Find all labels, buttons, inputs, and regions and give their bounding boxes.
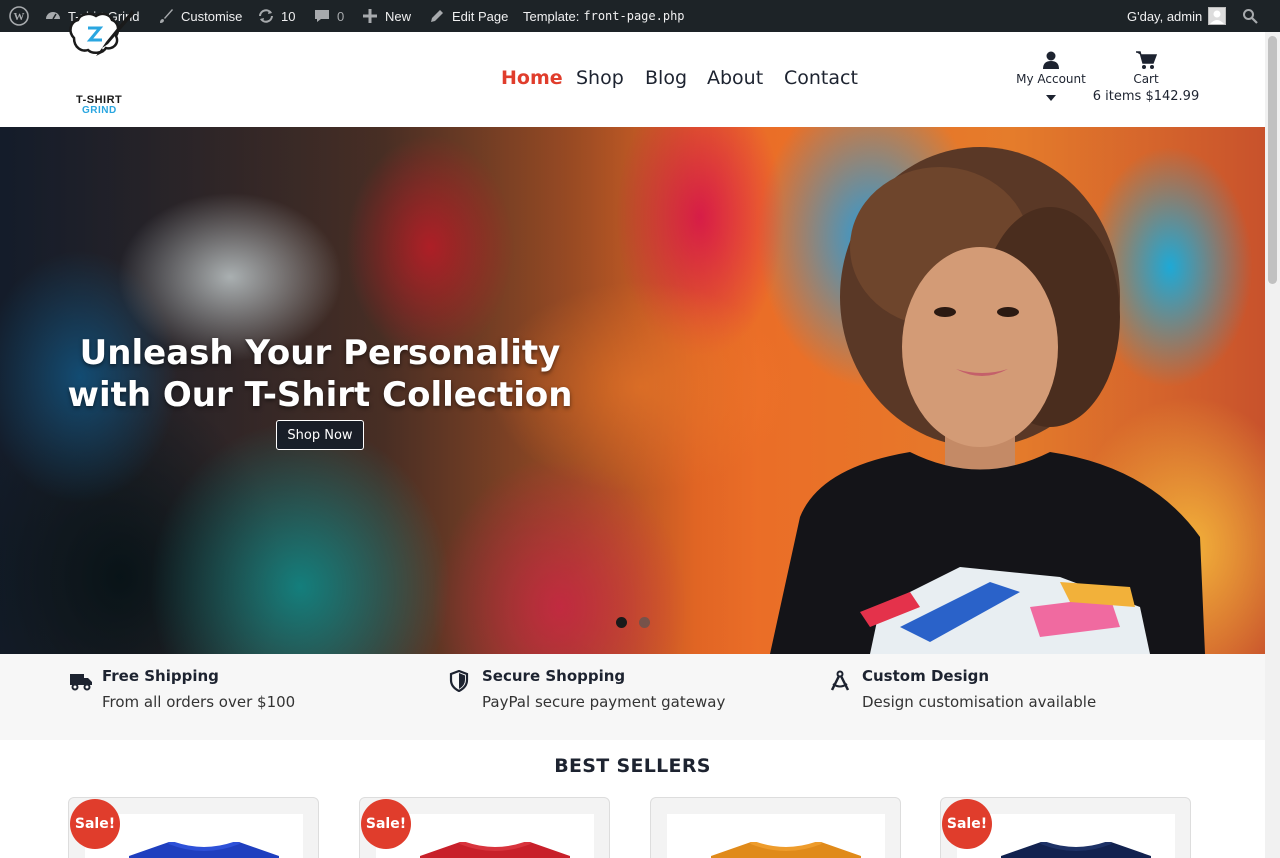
tshirt-icon xyxy=(711,842,861,858)
logo-text-sub: GRIND xyxy=(82,105,117,116)
template-label: Template: xyxy=(523,8,580,24)
slider-dot-2[interactable] xyxy=(639,617,650,628)
svg-text:W: W xyxy=(14,11,25,23)
my-account-label: My Account xyxy=(1016,72,1086,86)
feature-custom-design: Custom Design Design customisation avail… xyxy=(829,666,1159,726)
hero-heading-line1: Unleash Your Personality xyxy=(79,333,561,373)
admin-search-icon[interactable] xyxy=(1241,0,1259,32)
comments-link[interactable]: 0 xyxy=(313,0,344,32)
nav-contact[interactable]: Contact xyxy=(784,67,858,89)
feature-subtitle: PayPal secure payment gateway xyxy=(482,693,726,711)
hero-slider: Unleash Your Personality with Our T-Shir… xyxy=(0,127,1265,654)
scrollbar-thumb[interactable] xyxy=(1268,36,1277,284)
avatar xyxy=(1208,7,1227,25)
paintbrush-icon xyxy=(157,7,175,25)
admin-bar: W T-shirt Grind Customise 10 0 New xyxy=(0,0,1280,32)
cart-summary: 6 items $142.99 xyxy=(1092,89,1200,104)
greeting: G'day, admin xyxy=(1127,8,1203,24)
site-logo[interactable] xyxy=(66,8,138,88)
product-image xyxy=(667,814,885,858)
template-file: front-page.php xyxy=(583,9,685,23)
nav-home[interactable]: Home xyxy=(501,67,563,89)
sale-badge: Sale! xyxy=(70,799,120,849)
updates-count: 10 xyxy=(281,8,296,24)
feature-title: Custom Design xyxy=(862,667,990,685)
customise-label: Customise xyxy=(181,8,243,24)
updates-link[interactable]: 10 xyxy=(257,0,295,32)
truck-icon xyxy=(69,670,93,694)
feature-secure-shopping: Secure Shopping PayPal secure payment ga… xyxy=(449,666,779,726)
hero-heading-line2: with Our T-Shirt Collection xyxy=(67,375,573,415)
slider-dot-1[interactable] xyxy=(616,617,627,628)
template-info[interactable]: Template: front-page.php xyxy=(523,0,685,32)
product-card[interactable] xyxy=(650,797,901,858)
customise-link[interactable]: Customise xyxy=(157,0,242,32)
updates-icon xyxy=(257,7,275,25)
new-label: New xyxy=(385,8,412,24)
cart-icon xyxy=(1092,50,1200,70)
plus-icon xyxy=(361,7,379,25)
pencil-icon xyxy=(428,7,446,25)
feature-title: Free Shipping xyxy=(102,667,219,685)
feature-free-shipping: Free Shipping From all orders over $100 xyxy=(69,666,399,726)
dashboard-icon xyxy=(44,7,62,25)
cart-button[interactable]: Cart 6 items $142.99 xyxy=(1092,50,1200,104)
tshirt-icon xyxy=(129,842,279,858)
edit-page-link[interactable]: Edit Page xyxy=(428,0,508,32)
new-content-link[interactable]: New xyxy=(361,0,411,32)
nav-about[interactable]: About xyxy=(707,67,763,89)
my-account-button[interactable]: My Account xyxy=(1010,50,1092,104)
my-account-menu[interactable]: G'day, admin xyxy=(1127,0,1227,32)
nav-blog[interactable]: Blog xyxy=(645,67,687,89)
comments-count: 0 xyxy=(337,8,345,24)
hero-heading: Unleash Your Personality with Our T-Shir… xyxy=(60,332,580,416)
feature-subtitle: From all orders over $100 xyxy=(102,693,296,711)
nav-shop[interactable]: Shop xyxy=(576,67,624,89)
feature-title: Secure Shopping xyxy=(482,667,626,685)
edit-page-label: Edit Page xyxy=(452,8,509,24)
wordpress-logo-icon[interactable]: W xyxy=(9,0,29,32)
feature-subtitle: Design customisation available xyxy=(862,693,1097,711)
shield-icon xyxy=(449,669,473,694)
user-icon xyxy=(1010,50,1092,70)
sale-badge: Sale! xyxy=(361,799,411,849)
compass-icon xyxy=(829,670,853,694)
shop-now-button[interactable]: Shop Now xyxy=(276,420,364,450)
cart-label: Cart xyxy=(1133,72,1159,86)
tshirt-icon xyxy=(420,842,570,858)
comment-icon xyxy=(313,7,331,25)
sale-badge: Sale! xyxy=(942,799,992,849)
hero-model-image xyxy=(770,147,1205,654)
tshirt-icon xyxy=(1001,842,1151,858)
caret-down-icon xyxy=(1010,90,1092,104)
features-bar: Free Shipping From all orders over $100 … xyxy=(0,654,1265,740)
logo-graphic-icon xyxy=(69,10,134,56)
page-scrollbar[interactable] xyxy=(1265,32,1280,858)
best-sellers-heading: BEST SELLERS xyxy=(554,755,711,777)
